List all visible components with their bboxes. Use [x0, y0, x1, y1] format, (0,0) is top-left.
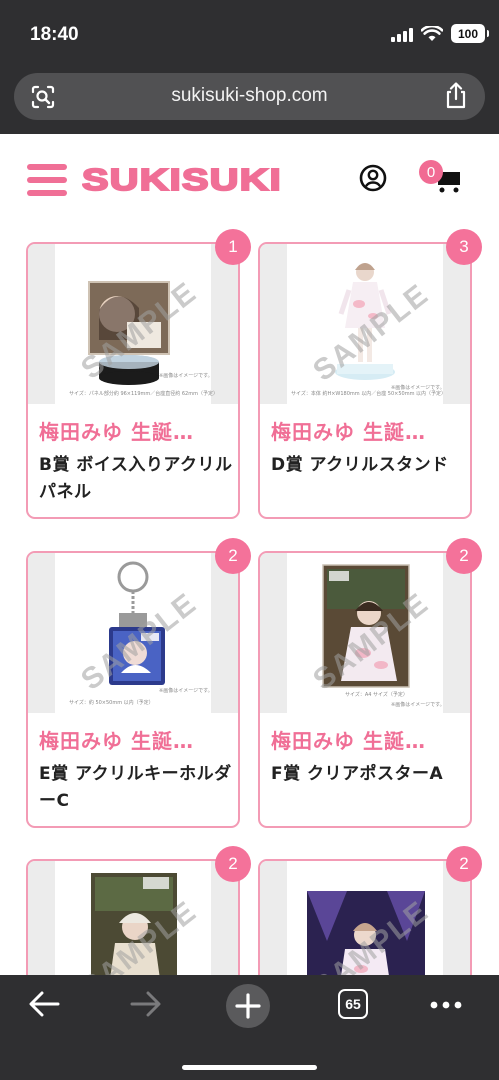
product-image[interactable]: サイズ：約 50×50mm 以内（予定） ※画像はイメージです。 SAMPLE [28, 553, 238, 713]
url-bar[interactable]: sukisuki-shop.com [14, 73, 485, 120]
forward-arrow-icon[interactable] [130, 989, 162, 1019]
account-icon[interactable] [359, 164, 387, 192]
size-caption: サイズ：A4 サイズ（予定） [345, 692, 408, 698]
product-card[interactable]: サイズ：本体 約H×W180mm 以内／台座 50×50mm 以内（予定） ※画… [258, 242, 472, 519]
product-card[interactable]: サイズ：A4 サイズ（予定） ※画像はイメージです。 SAMPLE 梅田みゆ 生… [258, 551, 472, 828]
cellular-signal-icon [391, 26, 413, 42]
url-text[interactable]: sukisuki-shop.com [14, 85, 485, 107]
back-arrow-icon[interactable] [28, 989, 60, 1019]
cart-count-badge[interactable]: 0 [419, 160, 443, 184]
sukisuki-logo[interactable]: SUKISUKI [82, 164, 284, 194]
quantity-badge: 2 [446, 846, 482, 882]
product-name[interactable]: B賞 ボイス入りアクリルパネル [39, 452, 235, 506]
quantity-badge: 1 [215, 229, 251, 265]
product-event-title[interactable]: 梅田みゆ 生誕… [39, 725, 194, 754]
product-name[interactable]: E賞 アクリルキーホルダーC [39, 761, 235, 815]
image-note: ※画像はイメージです。 [391, 385, 445, 391]
plus-icon [235, 993, 261, 1019]
product-name[interactable]: D賞 アクリルスタンド [271, 452, 467, 479]
status-icons: 100 [391, 24, 489, 43]
browser-bottom-toolbar: 65 [0, 975, 499, 1080]
quantity-badge: 2 [446, 538, 482, 574]
image-note: ※画像はイメージです。 [159, 688, 213, 694]
hamburger-menu-icon[interactable] [27, 164, 67, 196]
quantity-badge: 3 [446, 229, 482, 265]
size-caption: サイズ：パネル部分約 96×119mm／台座直径約 62mm（予定） [69, 391, 218, 397]
tab-switcher-button[interactable]: 65 [338, 989, 368, 1019]
product-image[interactable]: サイズ：本体 約H×W180mm 以内／台座 50×50mm 以内（予定） ※画… [260, 244, 470, 404]
product-event-title[interactable]: 梅田みゆ 生誕… [271, 725, 426, 754]
product-image[interactable]: サイズ：A4 サイズ（予定） ※画像はイメージです。 SAMPLE [260, 553, 470, 713]
more-options-icon[interactable] [430, 1001, 462, 1009]
battery-indicator: 100 [451, 24, 489, 43]
svg-text:SUKISUKI: SUKISUKI [82, 164, 282, 194]
image-note: ※画像はイメージです。 [159, 373, 213, 379]
quantity-badge: 2 [215, 846, 251, 882]
product-name[interactable]: F賞 クリアポスターA [271, 761, 467, 788]
home-indicator [182, 1065, 317, 1070]
site-header: SUKISUKI 0 [0, 134, 499, 229]
size-caption: サイズ：約 50×50mm 以内（予定） [69, 700, 154, 706]
new-tab-button[interactable] [226, 984, 270, 1028]
product-image[interactable]: サイズ：パネル部分約 96×119mm／台座直径約 62mm（予定） ※画像はイ… [28, 244, 238, 404]
wifi-icon [421, 25, 443, 41]
status-time: 18:40 [30, 24, 79, 45]
status-bar: 18:40 100 [0, 0, 499, 72]
quantity-badge: 2 [215, 538, 251, 574]
share-icon[interactable] [443, 82, 469, 110]
product-event-title[interactable]: 梅田みゆ 生誕… [39, 416, 194, 445]
browser-top-chrome: 18:40 100 sukisuki-shop.com [0, 0, 499, 134]
product-card[interactable]: サイズ：パネル部分約 96×119mm／台座直径約 62mm（予定） ※画像はイ… [26, 242, 240, 519]
product-event-title[interactable]: 梅田みゆ 生誕… [271, 416, 426, 445]
size-caption: サイズ：本体 約H×W180mm 以内／台座 50×50mm 以内（予定） [291, 391, 447, 397]
image-note: ※画像はイメージです。 [391, 702, 445, 708]
product-card[interactable]: サイズ：約 50×50mm 以内（予定） ※画像はイメージです。 SAMPLE … [26, 551, 240, 828]
